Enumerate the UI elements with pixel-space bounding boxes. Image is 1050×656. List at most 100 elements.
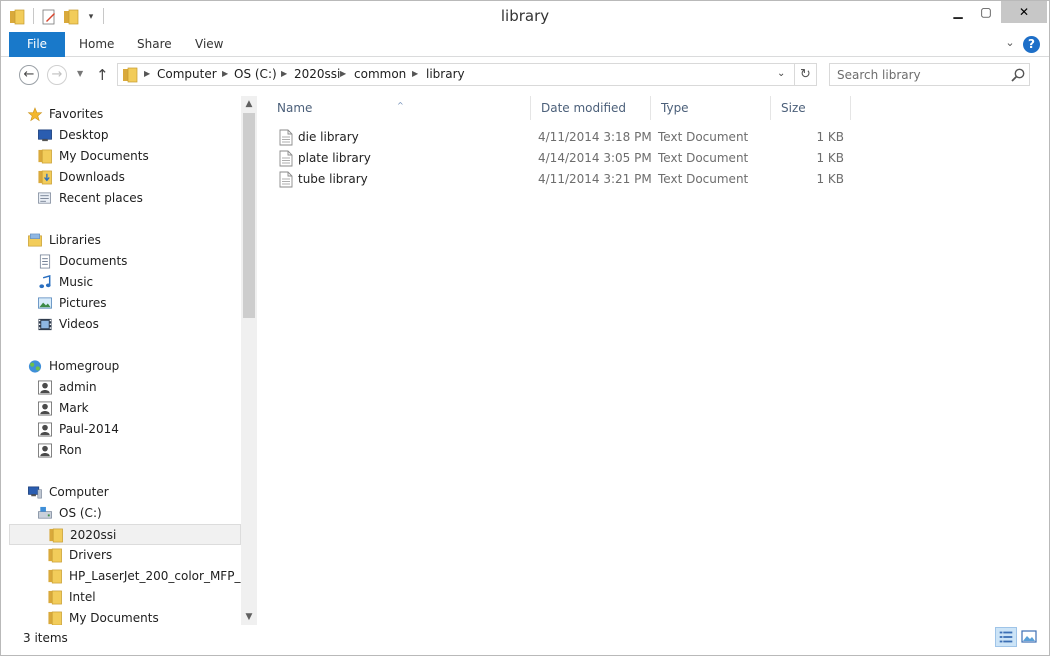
window-title: library: [500, 7, 550, 25]
maximize-button[interactable]: ▢: [973, 1, 999, 23]
close-button[interactable]: ✕: [1001, 1, 1047, 23]
navigation-pane: Favorites Desktop My Documents Downloads Rec…: [9, 96, 257, 625]
column-header-label: Type: [661, 101, 689, 115]
breadcrumb-separator-icon[interactable]: ▶: [144, 69, 150, 78]
main-area: Favorites Desktop My Documents Downloads Rec…: [1, 92, 1049, 627]
nav-item-favorites[interactable]: Favorites: [9, 104, 241, 125]
breadcrumb-computer[interactable]: Computer: [157, 67, 217, 81]
nav-item-label: Drivers: [69, 548, 113, 562]
search-box: [829, 63, 1030, 86]
navigation-bar: ← → ▼ ↑ ▶ Computer ▶ OS (C:) ▶ 2020ssi ▶…: [1, 57, 1049, 92]
nav-item-2020ssi[interactable]: 2020ssi: [9, 524, 241, 545]
tab-home[interactable]: Home: [79, 32, 114, 57]
item-count: 3 items: [23, 631, 68, 645]
tab-view[interactable]: View: [195, 32, 223, 57]
file-size: 1 KB: [816, 130, 844, 144]
folder-icon: [48, 611, 62, 625]
nav-item-libraries[interactable]: Libraries: [9, 230, 241, 251]
folder-icon: [123, 67, 138, 83]
folder-icon: [38, 149, 52, 164]
search-input[interactable]: [831, 65, 1009, 84]
folder-icon: [48, 590, 62, 605]
column-header-date-modified[interactable]: Date modified: [531, 96, 651, 120]
help-icon[interactable]: ?: [1023, 36, 1040, 53]
nav-item-desktop[interactable]: Desktop: [9, 125, 241, 146]
nav-item-paul-2014[interactable]: Paul-2014: [9, 419, 241, 440]
column-header-type[interactable]: Type: [651, 96, 771, 120]
breadcrumb-separator-icon[interactable]: ▶: [222, 69, 228, 78]
breadcrumb-os-c[interactable]: OS (C:): [234, 67, 277, 81]
column-header-label: Date modified: [541, 101, 627, 115]
column-header-label: Name: [277, 101, 313, 115]
back-button[interactable]: ←: [19, 65, 39, 85]
nav-item-music[interactable]: Music: [9, 272, 241, 293]
column-header-name[interactable]: Name ^: [267, 96, 531, 120]
nav-item-intel[interactable]: Intel: [9, 587, 241, 608]
file-name[interactable]: plate library: [298, 148, 371, 169]
file-name[interactable]: tube library: [298, 169, 368, 190]
nav-item-computer[interactable]: Computer: [9, 482, 241, 503]
nav-item-label: Downloads: [59, 170, 125, 184]
nav-item-my-documents[interactable]: My Documents: [9, 608, 241, 625]
navigation-pane-scrollbar[interactable]: ▲ ▼: [241, 96, 257, 625]
column-header-size[interactable]: Size: [771, 96, 851, 120]
file-size: 1 KB: [816, 172, 844, 186]
expand-ribbon-chevron-icon[interactable]: ⌄: [1003, 36, 1017, 52]
nav-item-admin[interactable]: admin: [9, 377, 241, 398]
libraries-icon: [28, 233, 42, 247]
nav-item-mark[interactable]: Mark: [9, 398, 241, 419]
scroll-thumb[interactable]: [243, 113, 255, 318]
tab-share[interactable]: Share: [137, 32, 172, 57]
tab-file[interactable]: File: [9, 32, 65, 57]
music-icon: [39, 275, 51, 289]
nav-item-pictures[interactable]: Pictures: [9, 293, 241, 314]
nav-item-homegroup[interactable]: Homegroup: [9, 356, 241, 377]
nav-item-hp-laserjet-200-color-mfp-m27[interactable]: HP_LaserJet_200_color_MFP_M27: [9, 566, 257, 587]
breadcrumb-separator-icon[interactable]: ▶: [340, 69, 346, 78]
minimize-button[interactable]: ▁: [945, 1, 971, 23]
nav-item-ron[interactable]: Ron: [9, 440, 241, 461]
file-date-modified: 4/14/2014 3:05 PM: [538, 151, 652, 165]
address-history-chevron-icon[interactable]: ⌄: [777, 68, 785, 79]
file-type: Text Document: [658, 151, 749, 165]
file-row[interactable]: plate library 4/14/2014 3:05 PM Text Docum…: [273, 148, 851, 169]
nav-item-recent-places[interactable]: Recent places: [9, 188, 241, 209]
scroll-down-arrow-icon[interactable]: ▼: [241, 609, 257, 625]
details-view-icon[interactable]: [995, 627, 1017, 647]
status-bar: 3 items: [1, 627, 1049, 655]
breadcrumb-common[interactable]: common: [354, 67, 406, 81]
nav-item-my-documents[interactable]: My Documents: [9, 146, 241, 167]
nav-item-label: Videos: [59, 317, 99, 331]
nav-item-label: Music: [59, 275, 94, 289]
nav-item-label: admin: [59, 380, 97, 394]
drive-icon: [38, 506, 52, 519]
breadcrumb-separator-icon[interactable]: ▶: [412, 69, 418, 78]
nav-item-drivers[interactable]: Drivers: [9, 545, 241, 566]
nav-item-label: Ron: [59, 443, 82, 457]
file-row[interactable]: tube library 4/11/2014 3:21 PM Text Docume…: [273, 169, 851, 190]
scroll-up-arrow-icon[interactable]: ▲: [241, 96, 257, 112]
sort-ascending-icon: ^: [397, 101, 404, 110]
nav-item-label: Mark: [59, 401, 89, 415]
file-date-modified: 4/11/2014 3:18 PM: [538, 130, 652, 144]
nav-item-downloads[interactable]: Downloads: [9, 167, 241, 188]
nav-item-label: Documents: [59, 254, 128, 268]
address-bar[interactable]: ▶ Computer ▶ OS (C:) ▶ 2020ssi ▶ common …: [117, 63, 817, 86]
large-icons-view-icon[interactable]: [1019, 627, 1039, 647]
forward-button[interactable]: →: [47, 65, 67, 85]
nav-item-label: HP_LaserJet_200_color_MFP_M27: [69, 569, 257, 583]
up-button[interactable]: ↑: [96, 66, 109, 84]
nav-item-label: OS (C:): [59, 506, 102, 520]
file-row[interactable]: die library 4/11/2014 3:18 PM Text Documen…: [273, 127, 851, 148]
nav-item-videos[interactable]: Videos: [9, 314, 241, 335]
refresh-icon[interactable]: ↻: [794, 64, 816, 85]
file-name[interactable]: die library: [298, 127, 359, 148]
search-icon[interactable]: [1010, 67, 1026, 83]
recent-locations-dropdown[interactable]: ▼: [77, 69, 83, 78]
breadcrumb-2020ssi[interactable]: 2020ssi: [294, 67, 340, 81]
breadcrumb-separator-icon[interactable]: ▶: [281, 69, 287, 78]
nav-item-os-c[interactable]: OS (C:): [9, 503, 241, 524]
text-document-icon: [279, 129, 293, 146]
nav-item-documents[interactable]: Documents: [9, 251, 241, 272]
breadcrumb-library[interactable]: library: [426, 67, 465, 81]
